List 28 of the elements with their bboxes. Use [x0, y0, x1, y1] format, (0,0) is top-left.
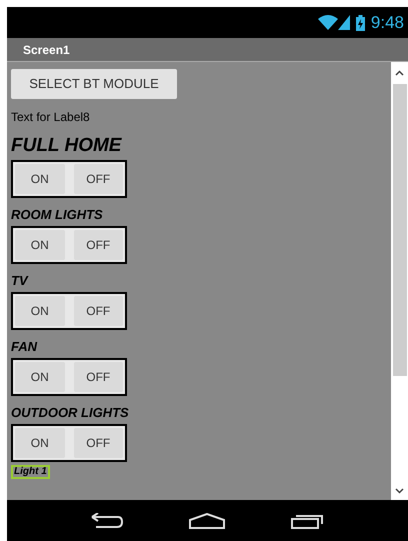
- section-title: OUTDOOR LIGHTS: [11, 405, 129, 421]
- recents-icon[interactable]: [291, 512, 326, 528]
- section-title: FULL HOME: [11, 135, 122, 157]
- scroll-up-icon: [395, 70, 404, 76]
- switch-button[interactable]: OFF: [74, 164, 123, 194]
- switch-button[interactable]: OFF: [74, 296, 123, 326]
- light-label: Light 1: [11, 465, 50, 479]
- home-icon[interactable]: [189, 512, 226, 528]
- battery-icon: [356, 14, 365, 30]
- wifi-icon: [318, 15, 338, 30]
- switch-button[interactable]: ON: [15, 164, 64, 194]
- switch-button[interactable]: OFF: [74, 362, 123, 392]
- switch-button[interactable]: ON: [15, 296, 64, 326]
- scroll-down-icon: [395, 488, 404, 494]
- signal-icon: [338, 15, 350, 30]
- section-title: TV: [11, 273, 28, 289]
- switch-button[interactable]: ON: [15, 362, 64, 392]
- info-label: Text for Label8: [11, 109, 90, 126]
- switch-button[interactable]: OFF: [74, 230, 123, 260]
- back-icon[interactable]: [90, 512, 124, 528]
- screen-title: Screen1: [23, 42, 70, 58]
- section-title: FAN: [11, 339, 37, 355]
- switch-button[interactable]: OFF: [74, 428, 123, 458]
- switch-button[interactable]: ON: [15, 230, 64, 260]
- switch-button[interactable]: ON: [15, 428, 64, 458]
- select-module-button[interactable]: SELECT BT MODULE: [11, 69, 177, 99]
- section-title: ROOM LIGHTS: [11, 207, 103, 223]
- status-time: 9:48: [370, 12, 404, 34]
